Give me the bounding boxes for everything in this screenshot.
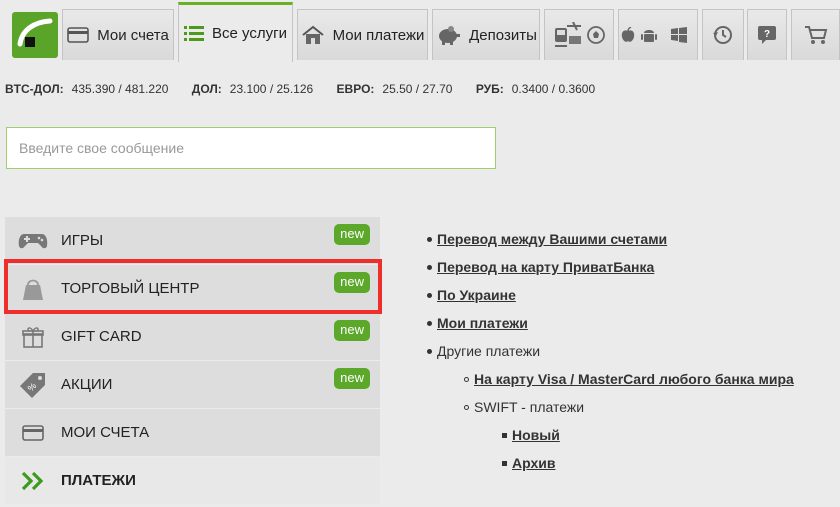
bullet xyxy=(502,461,507,466)
top-navigation: Мои счета Все услуги Мои платежи Депозит… xyxy=(0,0,840,62)
rate-eur: ЕВРО: 25.50 / 27.70 xyxy=(336,82,453,96)
discount-tag-icon: % xyxy=(5,371,61,399)
menu-item-label: ТОРГОВЫЙ ЦЕНТР xyxy=(61,280,200,297)
list-icon xyxy=(184,25,205,43)
link-visa-mastercard[interactable]: На карту Visa / MasterCard любого банка … xyxy=(474,371,794,387)
gamepad-icon xyxy=(5,232,61,250)
gift-icon xyxy=(5,325,61,349)
swift-label: SWIFT - платежи xyxy=(474,399,585,415)
menu-item-label: GIFT CARD xyxy=(61,328,142,345)
bullet xyxy=(464,405,469,410)
tab-history[interactable] xyxy=(702,9,744,60)
double-chevron-icon xyxy=(5,471,61,491)
tab-label: Все услуги xyxy=(212,25,287,42)
shopping-bag-icon xyxy=(5,276,61,302)
bullet xyxy=(502,433,507,438)
svg-text:?: ? xyxy=(764,29,770,40)
apple-icon xyxy=(621,27,635,43)
exchange-rates: BTC-ДОЛ: 435.390 / 481.220 ДОЛ: 23.100 / 2… xyxy=(5,82,615,96)
tab-label: Депозиты xyxy=(469,26,537,44)
tab-all-services[interactable]: Все услуги xyxy=(178,2,293,62)
menu-item-my-accounts[interactable]: МОИ СЧЕТА xyxy=(5,409,380,456)
menu-item-shopping-center[interactable]: ТОРГОВЫЙ ЦЕНТР new xyxy=(5,265,380,312)
rate-usd: ДОЛ: 23.100 / 25.126 xyxy=(191,82,314,96)
logo[interactable] xyxy=(12,12,58,58)
link-transfer-to-privatbank-card[interactable]: Перевод на карту ПриватБанка xyxy=(437,259,654,275)
list-item: Архив xyxy=(502,455,555,471)
bullet xyxy=(464,377,469,382)
android-icon xyxy=(641,26,657,44)
other-payments-label: Другие платежи xyxy=(437,343,541,359)
list-item: На карту Visa / MasterCard любого банка … xyxy=(464,371,794,387)
bullet xyxy=(427,321,432,326)
link-swift-new[interactable]: Новый xyxy=(512,427,560,443)
menu-item-label: АКЦИИ xyxy=(61,376,113,393)
list-item: Другие платежи xyxy=(427,343,541,359)
link-my-payments[interactable]: Мои платежи xyxy=(437,315,528,331)
list-item: Перевод между Вашими счетами xyxy=(427,231,667,247)
link-transfer-between-accounts[interactable]: Перевод между Вашими счетами xyxy=(437,231,667,247)
football-icon xyxy=(587,26,605,44)
list-item: Перевод на карту ПриватБанка xyxy=(427,259,654,275)
windows-icon xyxy=(671,27,687,43)
privatbank-logo-icon xyxy=(17,18,53,47)
menu-item-games[interactable]: ИГРЫ new xyxy=(5,217,380,264)
link-ukraine[interactable]: По Украине xyxy=(437,287,516,303)
bullet xyxy=(427,349,432,354)
card-icon xyxy=(67,27,90,43)
transport-icon xyxy=(553,22,583,48)
clock-back-icon xyxy=(712,24,734,46)
tab-cart[interactable] xyxy=(791,9,840,60)
new-badge: new xyxy=(334,320,370,341)
new-badge: new xyxy=(334,272,370,293)
list-item: По Украине xyxy=(427,287,516,303)
tab-mobile-apps[interactable] xyxy=(618,9,698,60)
menu-item-label: ПЛАТЕЖИ xyxy=(61,472,136,489)
tab-label: Мои счета xyxy=(97,26,169,44)
menu-item-gift-card[interactable]: GIFT CARD new xyxy=(5,313,380,360)
piggy-bank-icon xyxy=(435,25,461,45)
tab-my-accounts[interactable]: Мои счета xyxy=(62,9,174,60)
list-item: Мои платежи xyxy=(427,315,528,331)
tab-help[interactable]: ? xyxy=(747,9,787,60)
tab-deposits[interactable]: Депозиты xyxy=(432,9,540,60)
tab-my-payments[interactable]: Мои платежи xyxy=(297,9,428,60)
message-input[interactable] xyxy=(6,127,496,169)
services-menu: ИГРЫ new ТОРГОВЫЙ ЦЕНТР new GIFT CARD ne… xyxy=(5,217,380,505)
rate-btc: BTC-ДОЛ: 435.390 / 481.220 xyxy=(5,82,169,96)
rate-rub: РУБ: 0.3400 / 0.3600 xyxy=(475,82,596,96)
card-icon xyxy=(5,424,61,441)
menu-item-label: МОИ СЧЕТА xyxy=(61,424,150,441)
link-swift-archive[interactable]: Архив xyxy=(512,455,555,471)
bullet xyxy=(427,237,432,242)
new-badge: new xyxy=(334,368,370,389)
bullet xyxy=(427,293,432,298)
tab-travel[interactable] xyxy=(544,9,614,60)
menu-item-promotions[interactable]: % АКЦИИ new xyxy=(5,361,380,408)
new-badge: new xyxy=(334,224,370,245)
list-item: SWIFT - платежи xyxy=(464,399,585,415)
tab-label: Мои платежи xyxy=(332,26,425,44)
help-chat-icon: ? xyxy=(757,25,777,45)
bullet xyxy=(427,265,432,270)
menu-item-label: ИГРЫ xyxy=(61,232,104,249)
cart-icon xyxy=(804,25,828,45)
list-item: Новый xyxy=(502,427,560,443)
house-icon xyxy=(301,25,325,45)
menu-item-payments[interactable]: ПЛАТЕЖИ xyxy=(5,457,380,504)
